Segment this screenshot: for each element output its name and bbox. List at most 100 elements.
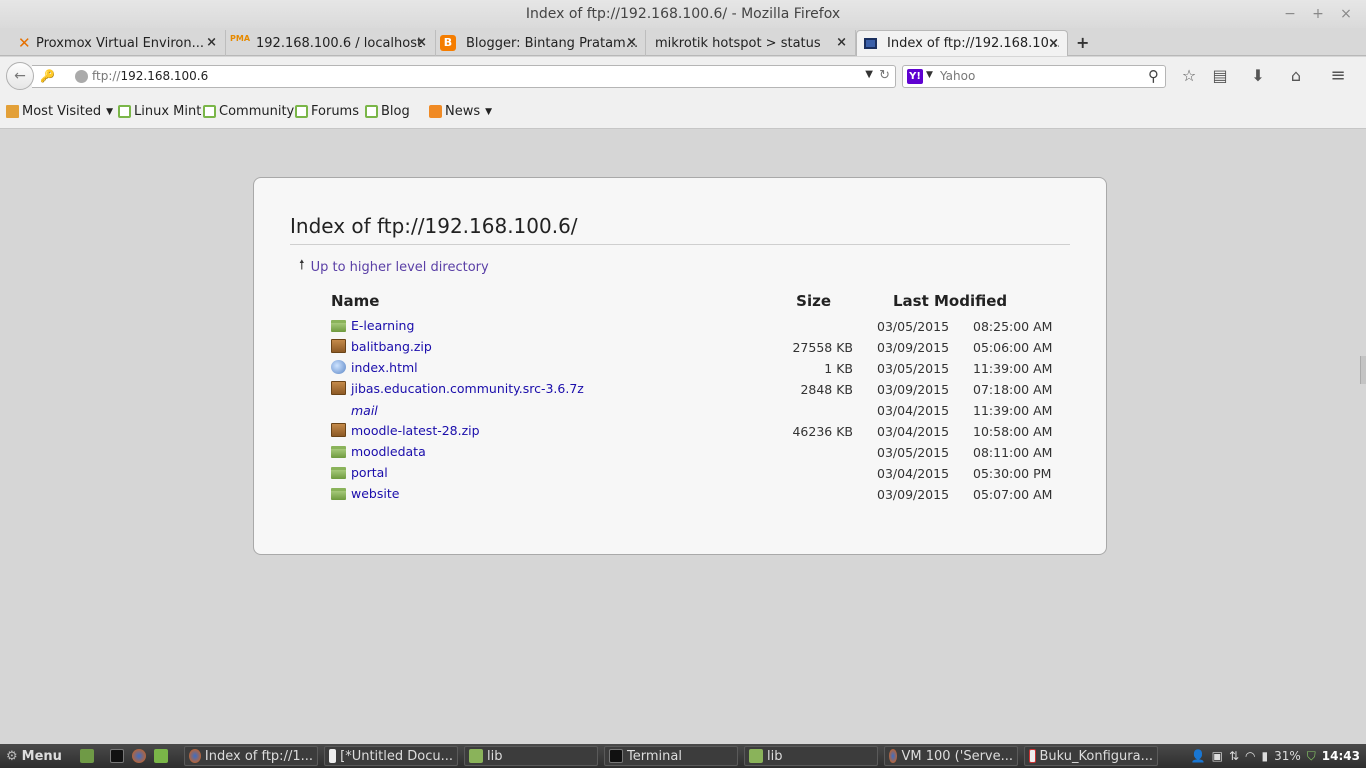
downloads-icon[interactable]: ⬇ [1247,65,1269,87]
bookmark-most-visited[interactable]: Most Visited ▼ [6,104,113,119]
hamburger-menu-icon[interactable]: ≡ [1327,65,1349,87]
tab-close-icon[interactable]: × [626,35,637,50]
tab-label: mikrotik hotspot > status [655,35,821,51]
tab-mikrotik[interactable]: mikrotik hotspot > status × [646,30,856,56]
table-row: balitbang.zip 27558 KB 03/09/2015 05:06:00 … [331,337,1073,358]
yahoo-icon[interactable]: Y! [907,69,923,84]
file-link[interactable]: mail [331,403,378,418]
tab-phpmyadmin[interactable]: PMA 192.168.100.6 / localhost ... × [226,30,436,56]
bookmark-community[interactable]: Community [203,104,294,119]
quicklaunch-firefox[interactable] [128,746,150,766]
file-link[interactable]: index.html [331,360,418,375]
file-time: 05:06:00 AM [973,340,1053,355]
tab-ftp-index[interactable]: Index of ftp://192.168.10... × [856,30,1068,56]
table-row: mail 03/04/2015 11:39:00 AM [331,400,1073,421]
tab-close-icon[interactable]: × [416,35,427,50]
tab-blogger[interactable]: B Blogger: Bintang Pratam... × [436,30,646,56]
file-time: 05:30:00 PM [973,466,1052,481]
url-bar[interactable]: 🔑 ftp://192.168.100.6 ▼ ↻ [32,65,896,88]
bookmark-news[interactable]: News ▼ [429,104,492,119]
file-name[interactable]: E-learning [351,318,414,333]
search-engine-dropdown-icon[interactable]: ▼ [926,70,933,80]
menu-label: Menu [21,748,62,764]
up-directory-label[interactable]: Up to higher level directory [311,260,489,275]
file-name[interactable]: moodledata [351,444,426,459]
file-name[interactable]: moodle-latest-28.zip [351,423,480,438]
taskbar-window-label: Index of ftp://1... [204,748,313,764]
close-window-button[interactable]: × [1340,0,1352,28]
column-header-size[interactable]: Size [781,290,853,316]
file-date: 03/04/2015 [877,403,950,418]
file-name[interactable]: portal [351,465,388,480]
bookmarks-menu-icon[interactable]: ▤ [1209,65,1231,87]
quicklaunch-terminal[interactable] [106,746,128,766]
file-size: 46236 KB [792,424,853,439]
file-name[interactable]: mail [351,403,378,418]
battery-icon[interactable]: ▮ [1262,749,1269,763]
minimize-button[interactable]: − [1284,0,1296,28]
search-bar[interactable]: Y! ▼ Yahoo ⚲ [902,65,1166,88]
home-icon[interactable]: ⌂ [1285,65,1307,87]
file-time: 11:39:00 AM [973,403,1053,418]
file-link[interactable]: portal [331,465,388,480]
taskbar-window-lib-2[interactable]: lib [744,746,878,766]
bookmark-label: Most Visited [22,104,102,119]
files-icon [154,749,168,763]
taskbar-window-text-editor[interactable]: [*Untitled Docu... [324,746,458,766]
maximize-button[interactable]: + [1312,0,1324,28]
table-row: index.html 1 KB 03/05/2015 11:39:00 AM [331,358,1073,379]
new-tab-button[interactable]: + [1076,33,1089,52]
clock[interactable]: 14:43 [1322,749,1360,763]
tab-close-icon[interactable]: × [206,35,217,50]
file-link[interactable]: moodledata [331,444,426,459]
file-name[interactable]: jibas.education.community.src-3.6.7z [351,381,584,396]
text-editor-icon [329,749,337,763]
file-link[interactable]: jibas.education.community.src-3.6.7z [331,381,584,396]
bookmark-linux-mint[interactable]: Linux Mint [118,104,201,119]
clipboard-icon[interactable]: ▣ [1212,749,1223,763]
wifi-icon[interactable]: ◠ [1245,749,1255,763]
bookmark-forums[interactable]: Forums [295,104,359,119]
shield-icon[interactable]: ⛉ [1307,749,1316,764]
quicklaunch-desktop[interactable] [76,746,98,766]
back-button[interactable]: ← [6,62,34,90]
file-link[interactable]: website [331,486,399,501]
tab-proxmox[interactable]: ✕ Proxmox Virtual Environ... × [14,30,226,56]
reload-icon[interactable]: ↻ [879,68,890,83]
taskbar-window-document[interactable]: Buku_Konfigura... [1024,746,1158,766]
table-row: website 03/09/2015 05:07:00 AM [331,484,1073,505]
tab-close-icon[interactable]: × [836,35,847,50]
file-link[interactable]: E-learning [331,318,414,333]
file-name[interactable]: website [351,486,399,501]
site-identity-icon[interactable]: 🔑 [40,69,56,85]
back-arrow-icon: ← [14,68,26,84]
file-link[interactable]: balitbang.zip [331,339,432,354]
taskbar-window-terminal[interactable]: Terminal [604,746,738,766]
user-icon[interactable]: 👤 [1191,749,1206,763]
table-row: portal 03/04/2015 05:30:00 PM [331,463,1073,484]
up-directory-link[interactable]: 🠕 Up to higher level directory [299,256,489,278]
search-icon[interactable]: ⚲ [1148,67,1159,85]
column-header-name[interactable]: Name [331,290,781,316]
column-header-modified[interactable]: Last Modified [853,290,1073,316]
file-link[interactable]: moodle-latest-28.zip [331,423,480,438]
bookmark-star-icon[interactable]: ☆ [1178,65,1200,87]
taskbar-window-label: lib [767,748,783,764]
file-name[interactable]: index.html [351,360,418,375]
url-text[interactable]: ftp://192.168.100.6 [92,69,208,83]
ftp-listing-card: Index of ftp://192.168.100.6/ 🠕 Up to hi… [253,177,1107,555]
taskbar-window-firefox[interactable]: Index of ftp://1... [184,746,318,766]
taskbar-window-lib-1[interactable]: lib [464,746,598,766]
file-name[interactable]: balitbang.zip [351,339,432,354]
tab-label: Index of ftp://192.168.10... [887,36,1059,51]
url-history-dropdown-icon[interactable]: ▼ [865,69,873,80]
taskbar-window-vm[interactable]: VM 100 ('Serve... [884,746,1018,766]
start-menu-button[interactable]: ⚙ Menu [2,746,66,766]
quicklaunch-files[interactable] [150,746,172,766]
taskbar: ⚙ Menu Index of ftp://1... [*Untitled Do… [0,744,1366,768]
scrollbar-handle[interactable] [1360,356,1366,384]
bookmark-blog[interactable]: Blog [365,104,410,119]
network-icon[interactable]: ⇅ [1229,749,1239,763]
blogger-icon: B [440,35,456,51]
tab-close-icon[interactable]: × [1048,36,1059,51]
